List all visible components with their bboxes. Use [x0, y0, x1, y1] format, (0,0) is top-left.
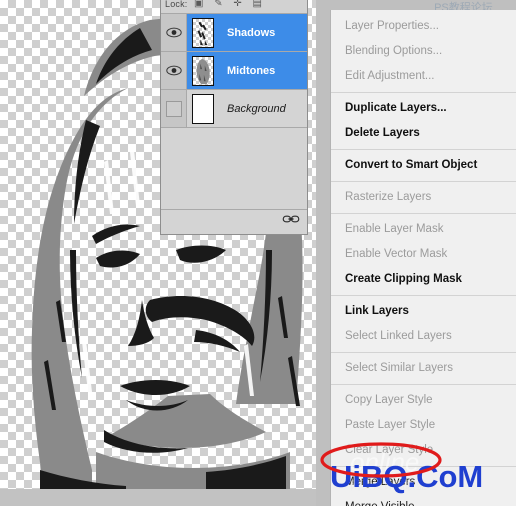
- layer-name-midtones: Midtones: [227, 64, 276, 77]
- menu-item-merge-visible[interactable]: Merge Visible: [331, 495, 516, 506]
- menu-item-delete-layers[interactable]: Delete Layers: [331, 121, 516, 146]
- menu-separator: [331, 181, 516, 182]
- layer-context-menu[interactable]: Layer Properties... Blending Options... …: [330, 10, 516, 506]
- layer-row-midtones[interactable]: Midtones: [161, 52, 307, 90]
- menu-separator: [331, 295, 516, 296]
- layer-thumbnail-shadows[interactable]: [192, 17, 214, 48]
- lock-icons-group[interactable]: ▣ ✎ ✛ ▤: [194, 0, 266, 9]
- menu-item-select-similar-layers[interactable]: Select Similar Layers: [331, 356, 516, 381]
- visibility-toggle-shadows[interactable]: [161, 14, 187, 51]
- layer-thumbnail-background-wrap[interactable]: [187, 93, 219, 124]
- visibility-toggle-midtones[interactable]: [161, 52, 187, 89]
- menu-item-copy-layer-style[interactable]: Copy Layer Style: [331, 388, 516, 413]
- layer-row-background[interactable]: Background: [161, 90, 307, 128]
- layer-name-background: Background: [227, 102, 286, 115]
- menu-item-paste-layer-style[interactable]: Paste Layer Style: [331, 413, 516, 438]
- visibility-toggle-background[interactable]: [161, 90, 187, 127]
- menu-item-create-clipping-mask[interactable]: Create Clipping Mask: [331, 267, 516, 292]
- menu-separator: [331, 149, 516, 150]
- menu-item-link-layers[interactable]: Link Layers: [331, 299, 516, 324]
- eye-icon: [165, 65, 182, 76]
- layer-row-shadows[interactable]: Shadows: [161, 14, 307, 52]
- menu-item-rasterize-layers[interactable]: Rasterize Layers: [331, 185, 516, 210]
- layers-panel-toolbar[interactable]: Lock: ▣ ✎ ✛ ▤: [161, 0, 307, 14]
- lock-label: Lock:: [165, 0, 188, 9]
- menu-separator: [331, 466, 516, 467]
- layer-thumbnail-background[interactable]: [192, 93, 214, 124]
- menu-separator: [331, 384, 516, 385]
- menu-item-enable-vector-mask[interactable]: Enable Vector Mask: [331, 242, 516, 267]
- layer-thumbnail-shadows-wrap[interactable]: [187, 17, 219, 48]
- menu-item-layer-properties[interactable]: Layer Properties...: [331, 14, 516, 39]
- link-layers-icon[interactable]: [282, 214, 300, 224]
- layers-panel-footer[interactable]: [161, 209, 307, 231]
- layer-thumbnail-midtones-wrap[interactable]: [187, 55, 219, 86]
- photoshop-screenshot: Lock: ▣ ✎ ✛ ▤ Shadows Midtones Backgroun…: [0, 0, 516, 506]
- menu-item-edit-adjustment[interactable]: Edit Adjustment...: [331, 64, 516, 89]
- menu-item-select-linked-layers[interactable]: Select Linked Layers: [331, 324, 516, 349]
- menu-separator: [331, 92, 516, 93]
- eye-icon: [165, 27, 182, 38]
- menu-item-merge-layers[interactable]: Merge Layers: [331, 470, 516, 495]
- layer-name-shadows: Shadows: [227, 26, 276, 39]
- canvas-bottom-strip: [0, 489, 316, 506]
- menu-item-convert-to-smart-object[interactable]: Convert to Smart Object: [331, 153, 516, 178]
- menu-item-enable-layer-mask[interactable]: Enable Layer Mask: [331, 217, 516, 242]
- menu-item-clear-layer-style[interactable]: Clear Layer Style: [331, 438, 516, 463]
- layer-list[interactable]: Shadows Midtones Background: [161, 14, 307, 128]
- menu-item-duplicate-layers[interactable]: Duplicate Layers...: [331, 96, 516, 121]
- menu-item-blending-options[interactable]: Blending Options...: [331, 39, 516, 64]
- menu-separator: [331, 213, 516, 214]
- layers-panel[interactable]: Lock: ▣ ✎ ✛ ▤ Shadows Midtones Backgroun…: [160, 0, 308, 235]
- layer-thumbnail-midtones[interactable]: [192, 55, 214, 86]
- layer-list-empty-space: [161, 128, 307, 209]
- menu-separator: [331, 352, 516, 353]
- eye-off-icon: [165, 100, 182, 117]
